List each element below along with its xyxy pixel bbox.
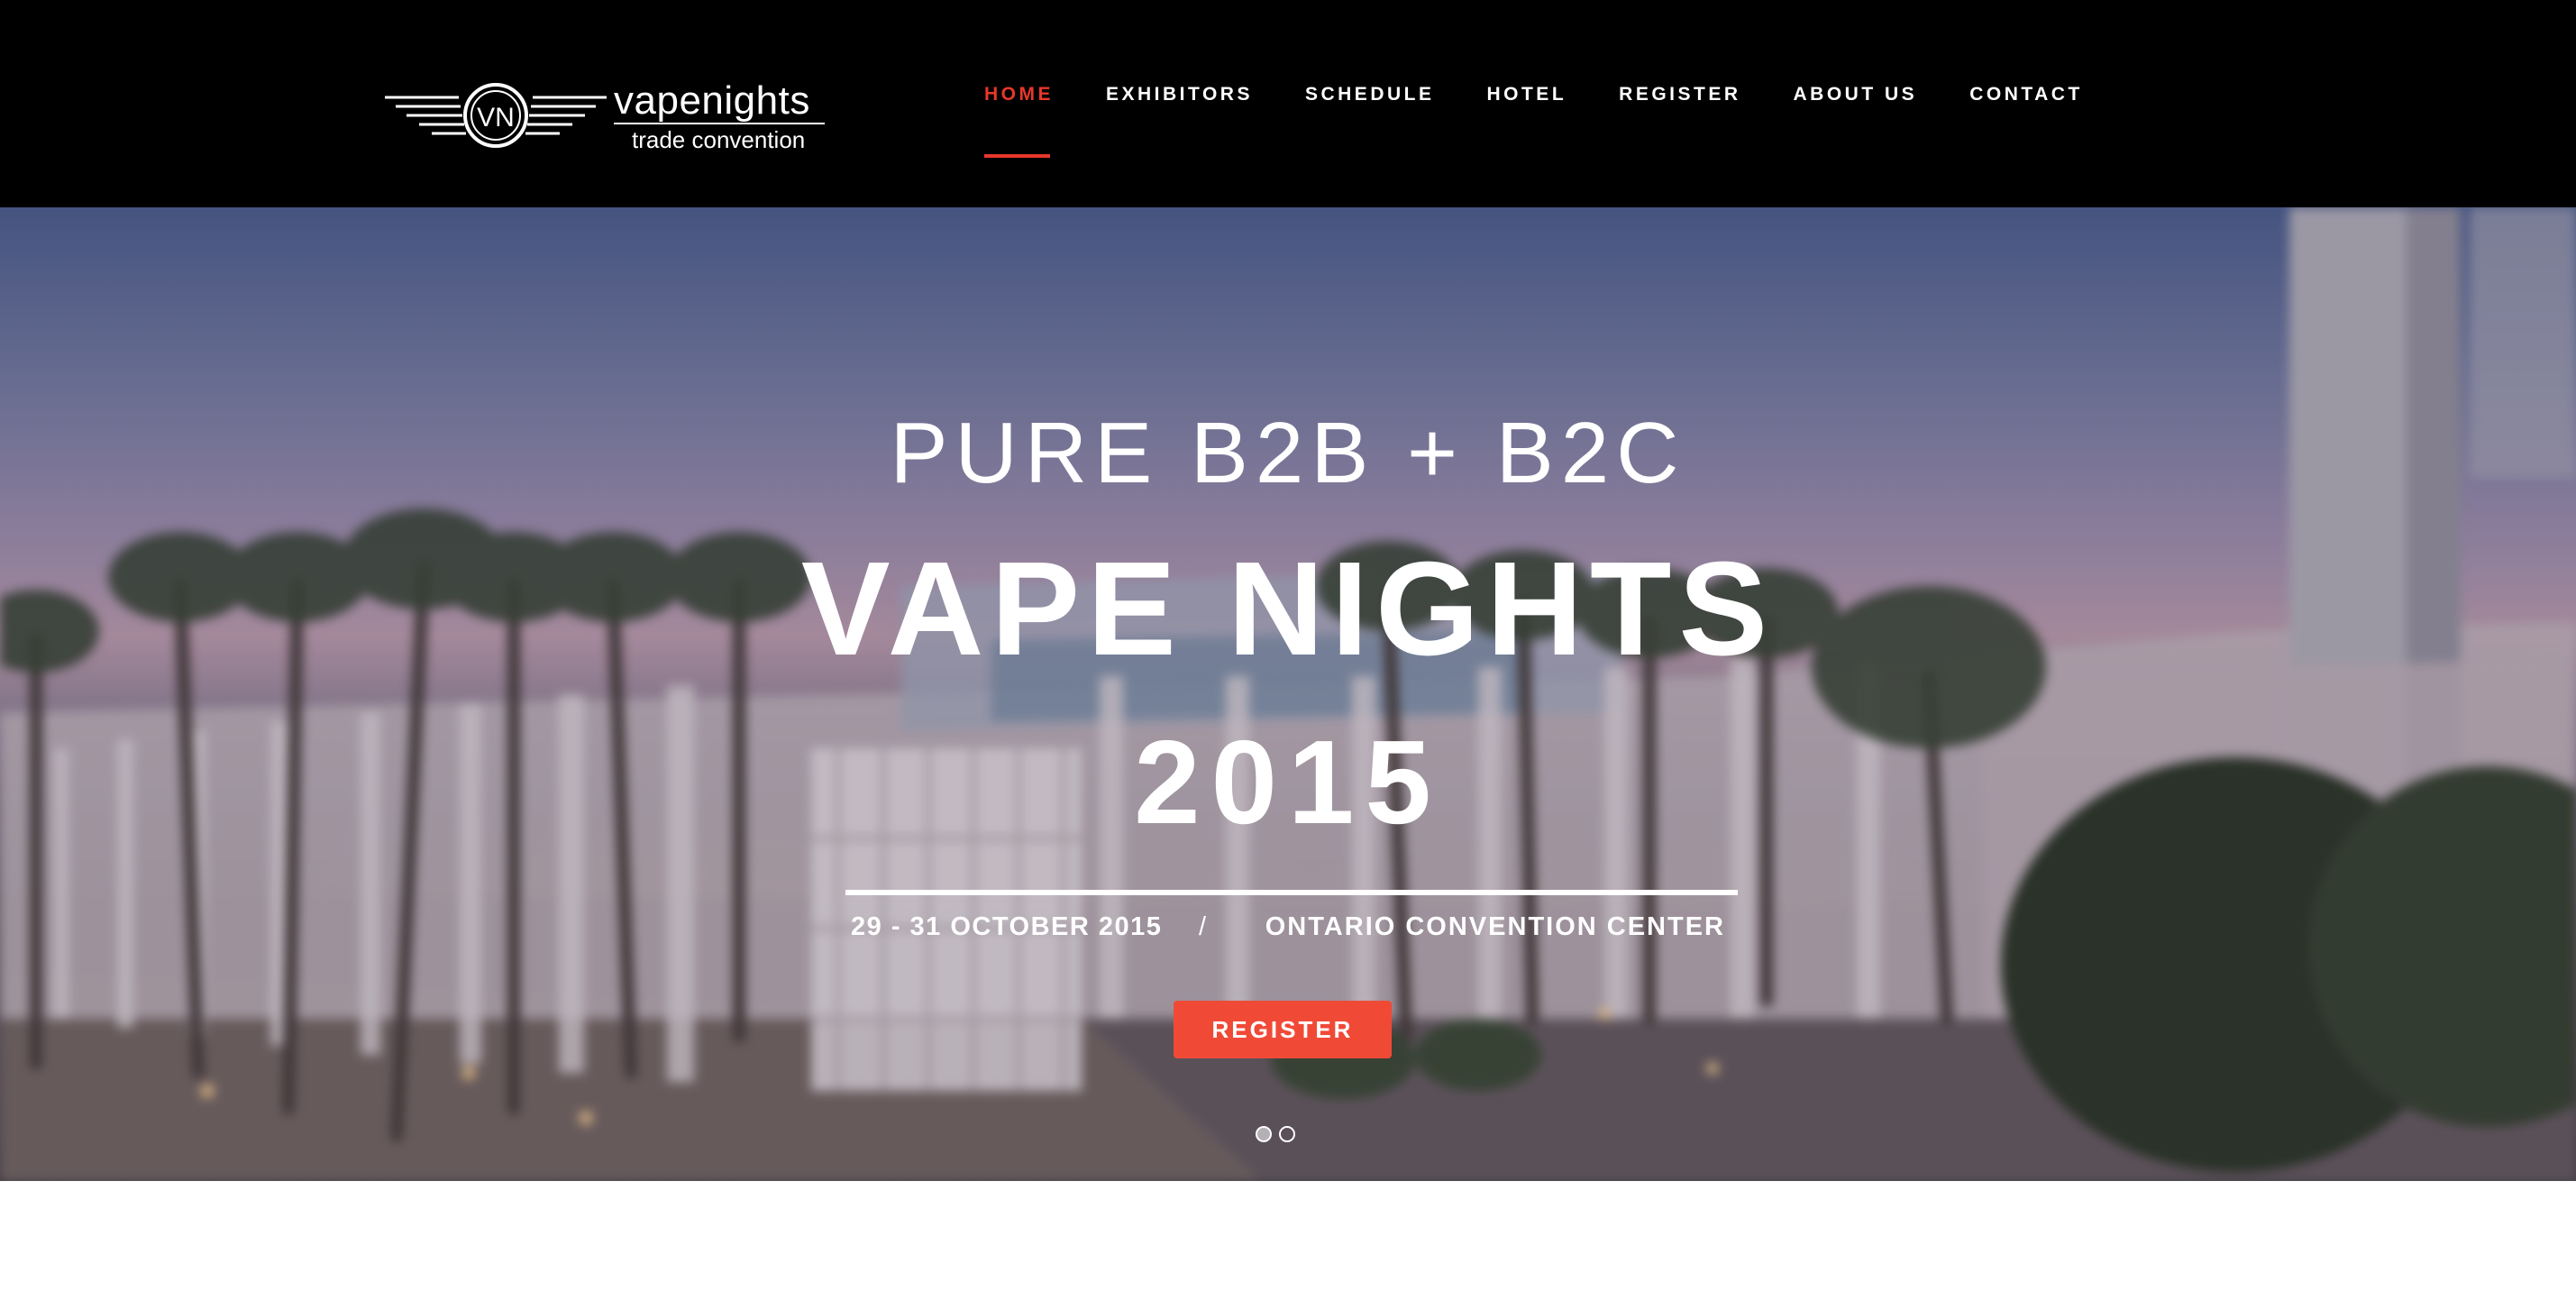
register-button[interactable]: REGISTER (1174, 1001, 1392, 1058)
nav-exhibitors[interactable]: EXHIBITORS (1106, 81, 1253, 108)
svg-text:VN: VN (477, 103, 515, 133)
site-header: VN vapenights trade convention HOME EXHI… (0, 0, 2576, 207)
main-nav: HOME EXHIBITORS SCHEDULE HOTEL REGISTER … (984, 81, 2135, 108)
hero-content: PURE B2B + B2C VAPE NIGHTS 2015 29 - 31 … (0, 207, 2576, 1181)
slider-pagination (1256, 1126, 1295, 1142)
nav-home[interactable]: HOME (984, 81, 1054, 108)
nav-contact[interactable]: CONTACT (1969, 81, 2083, 108)
logo-wordmark: vapenights (614, 78, 810, 123)
nav-schedule[interactable]: SCHEDULE (1305, 81, 1435, 108)
hero-divider (845, 890, 1738, 895)
logo-tagline: trade convention (632, 126, 806, 153)
hero-title: VAPE NIGHTS (800, 535, 1776, 683)
hero-year: 2015 (1134, 716, 1442, 848)
nav-hotel[interactable]: HOTEL (1486, 81, 1567, 108)
event-date: 29 - 31 OCTOBER 2015 (851, 912, 1163, 941)
winged-circle-logo-icon: VN (385, 83, 607, 148)
event-separator: / (1199, 912, 1207, 941)
nav-about-us[interactable]: ABOUT US (1794, 81, 1918, 108)
page-content-area (0, 1181, 2576, 1291)
nav-register[interactable]: REGISTER (1619, 81, 1740, 108)
logo-divider (614, 123, 825, 124)
event-venue: ONTARIO CONVENTION CENTER (1265, 912, 1725, 941)
carousel-dot-icon[interactable] (1279, 1126, 1295, 1142)
event-details: 29 - 31 OCTOBER 2015 / ONTARIO CONVENTIO… (845, 912, 1738, 948)
hero-eyebrow: PURE B2B + B2C (890, 405, 1686, 501)
carousel-dot-icon[interactable] (1256, 1126, 1272, 1142)
nav-active-indicator (984, 154, 1050, 158)
site-logo[interactable]: VN vapenights trade convention (383, 78, 827, 160)
hero-slider: PURE B2B + B2C VAPE NIGHTS 2015 29 - 31 … (0, 207, 2576, 1181)
